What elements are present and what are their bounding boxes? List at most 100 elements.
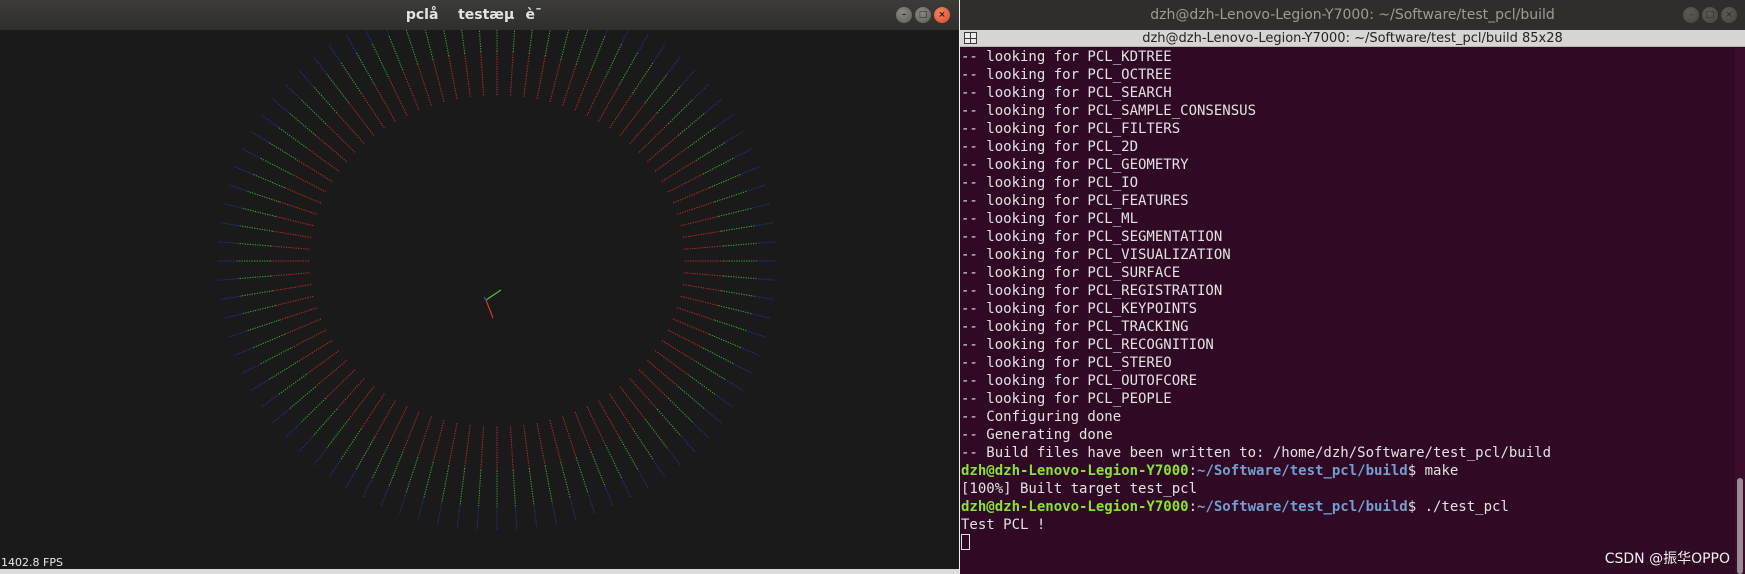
point-cloud-ray	[275, 215, 314, 227]
point-cloud-ray	[417, 416, 432, 458]
point-cloud-ray	[750, 203, 771, 209]
point-cloud-ray	[290, 173, 327, 193]
terminal-window[interactable]: dzh@dzh-Lenovo-Legion-Y7000: ~/Software/…	[960, 0, 1745, 574]
point-cloud-ray	[448, 56, 458, 99]
prompt-user: dzh@dzh-Lenovo-Legion-Y7000	[961, 463, 1189, 479]
terminal-log-line: -- looking for PCL_2D	[961, 139, 1139, 155]
point-cloud-ray	[423, 462, 434, 499]
point-cloud-ray	[432, 59, 445, 102]
point-cloud-ray	[523, 425, 530, 469]
terminal-log-line: -- looking for PCL_FILTERS	[961, 121, 1181, 137]
point-cloud-ray	[702, 347, 734, 365]
point-cloud-ray	[709, 174, 741, 189]
point-cloud-ray	[243, 208, 276, 217]
terminal-scrollbar[interactable]	[1735, 48, 1745, 574]
point-cloud-ray	[234, 346, 254, 356]
point-cloud-ray	[723, 242, 757, 247]
terminal-log-line: -- looking for PCL_IO	[961, 175, 1139, 191]
point-cloud-ray	[298, 435, 314, 453]
terminal-close-button[interactable]: ×	[1721, 7, 1737, 23]
terminal-titlebar[interactable]: dzh@dzh-Lenovo-Legion-Y7000: ~/Software/…	[960, 0, 1745, 30]
point-cloud-ray	[746, 184, 766, 192]
point-cloud-ray	[298, 69, 314, 87]
point-cloud-ray	[575, 30, 589, 65]
point-cloud-ray	[740, 166, 760, 176]
point-cloud-ray	[714, 319, 747, 332]
point-cloud-ray	[242, 148, 261, 159]
terminal-log-line: -- Build files have been written to: /ho…	[961, 445, 1552, 461]
point-cloud-ray	[328, 44, 342, 64]
point-cloud-ray	[667, 397, 694, 424]
viewer-minimize-button[interactable]: –	[896, 7, 912, 23]
point-cloud-ray	[237, 242, 271, 247]
point-cloud-ray	[683, 230, 722, 238]
point-cloud-ray	[598, 400, 620, 438]
make-output-line: [100%] Built target test_pcl	[961, 481, 1198, 497]
point-cloud-ray	[605, 43, 622, 78]
point-cloud-ray	[223, 313, 244, 319]
terminal-log-line: -- looking for PCL_TRACKING	[961, 319, 1189, 335]
point-cloud-ray	[733, 148, 752, 159]
point-cloud-ray	[709, 333, 741, 348]
fps-readout: 1402.8 FPS	[1, 556, 63, 569]
point-cloud-ray	[217, 278, 238, 281]
point-cloud-ray	[480, 426, 485, 471]
point-cloud-ray	[362, 477, 373, 499]
point-cloud-ray	[645, 419, 668, 449]
point-cloud-ray	[528, 30, 533, 54]
point-cloud-ray	[405, 30, 419, 65]
point-cloud-ray	[586, 406, 607, 446]
point-cloud-ray	[721, 290, 755, 297]
point-cloud-ray	[464, 425, 471, 469]
point-cloud-ray	[692, 422, 709, 439]
point-cloud-ray	[683, 284, 722, 292]
tab-menu-icon[interactable]	[964, 32, 977, 44]
terminal-log-line: -- looking for PCL_OCTREE	[961, 67, 1172, 83]
point-cloud-ray	[680, 215, 719, 227]
point-cloud-ray	[560, 30, 570, 60]
point-cloud-ray	[509, 426, 514, 471]
terminal-output[interactable]: -- looking for PCL_KDTREE -- looking for …	[960, 48, 1745, 574]
point-cloud-canvas[interactable]	[0, 30, 959, 574]
point-cloud-ray	[461, 30, 466, 54]
viewer-titlebar[interactable]: pclåtestæµè¯ – □ ×	[0, 0, 959, 30]
point-cloud-ray	[300, 98, 327, 125]
point-cloud-ray	[478, 30, 482, 52]
terminal-maximize-button[interactable]: □	[1702, 7, 1718, 23]
point-cloud-ray	[387, 76, 408, 116]
point-cloud-ray	[247, 190, 280, 203]
point-cloud-ray	[250, 131, 270, 144]
point-cloud-ray	[544, 30, 551, 57]
command-run: ./test_pcl	[1424, 499, 1509, 515]
point-cloud-ray	[549, 59, 562, 102]
point-cloud-ray	[692, 83, 709, 100]
point-cloud-ray	[459, 468, 466, 506]
viewer-close-button[interactable]: ×	[934, 7, 950, 23]
csdn-watermark: CSDN @振华OPPO	[1604, 551, 1730, 567]
point-cloud-ray	[285, 422, 302, 439]
point-cloud-ray	[551, 502, 557, 525]
point-cloud-ray	[285, 83, 302, 100]
terminal-minimize-button[interactable]: –	[1683, 7, 1699, 23]
point-cloud-ray	[654, 147, 688, 172]
point-cloud-ray	[290, 329, 327, 349]
point-cloud-ray	[340, 428, 362, 460]
point-cloud-ray	[417, 497, 425, 521]
point-cloud-ray	[590, 36, 606, 71]
point-cloud-ray	[326, 73, 349, 103]
point-cloud-ray	[509, 51, 514, 96]
viewer-maximize-button[interactable]: □	[915, 7, 931, 23]
terminal-scrollbar-thumb[interactable]	[1737, 478, 1743, 574]
point-cloud-ray	[228, 330, 248, 338]
point-cloud-ray	[604, 30, 608, 37]
point-cloud-ray	[687, 126, 716, 149]
point-cloud-ray	[356, 52, 375, 85]
point-cloud-ray	[261, 394, 279, 408]
point-cloud-ray	[666, 56, 681, 75]
prompt-dollar: $	[1407, 463, 1425, 479]
point-cloud-ray	[590, 451, 606, 486]
pcl-viewer-window[interactable]: pclåtestæµè¯ – □ × 1402.8 FPS	[0, 0, 959, 574]
point-cloud-ray	[619, 52, 638, 85]
point-cloud-ray	[374, 84, 396, 122]
point-cloud-ray	[740, 346, 760, 356]
